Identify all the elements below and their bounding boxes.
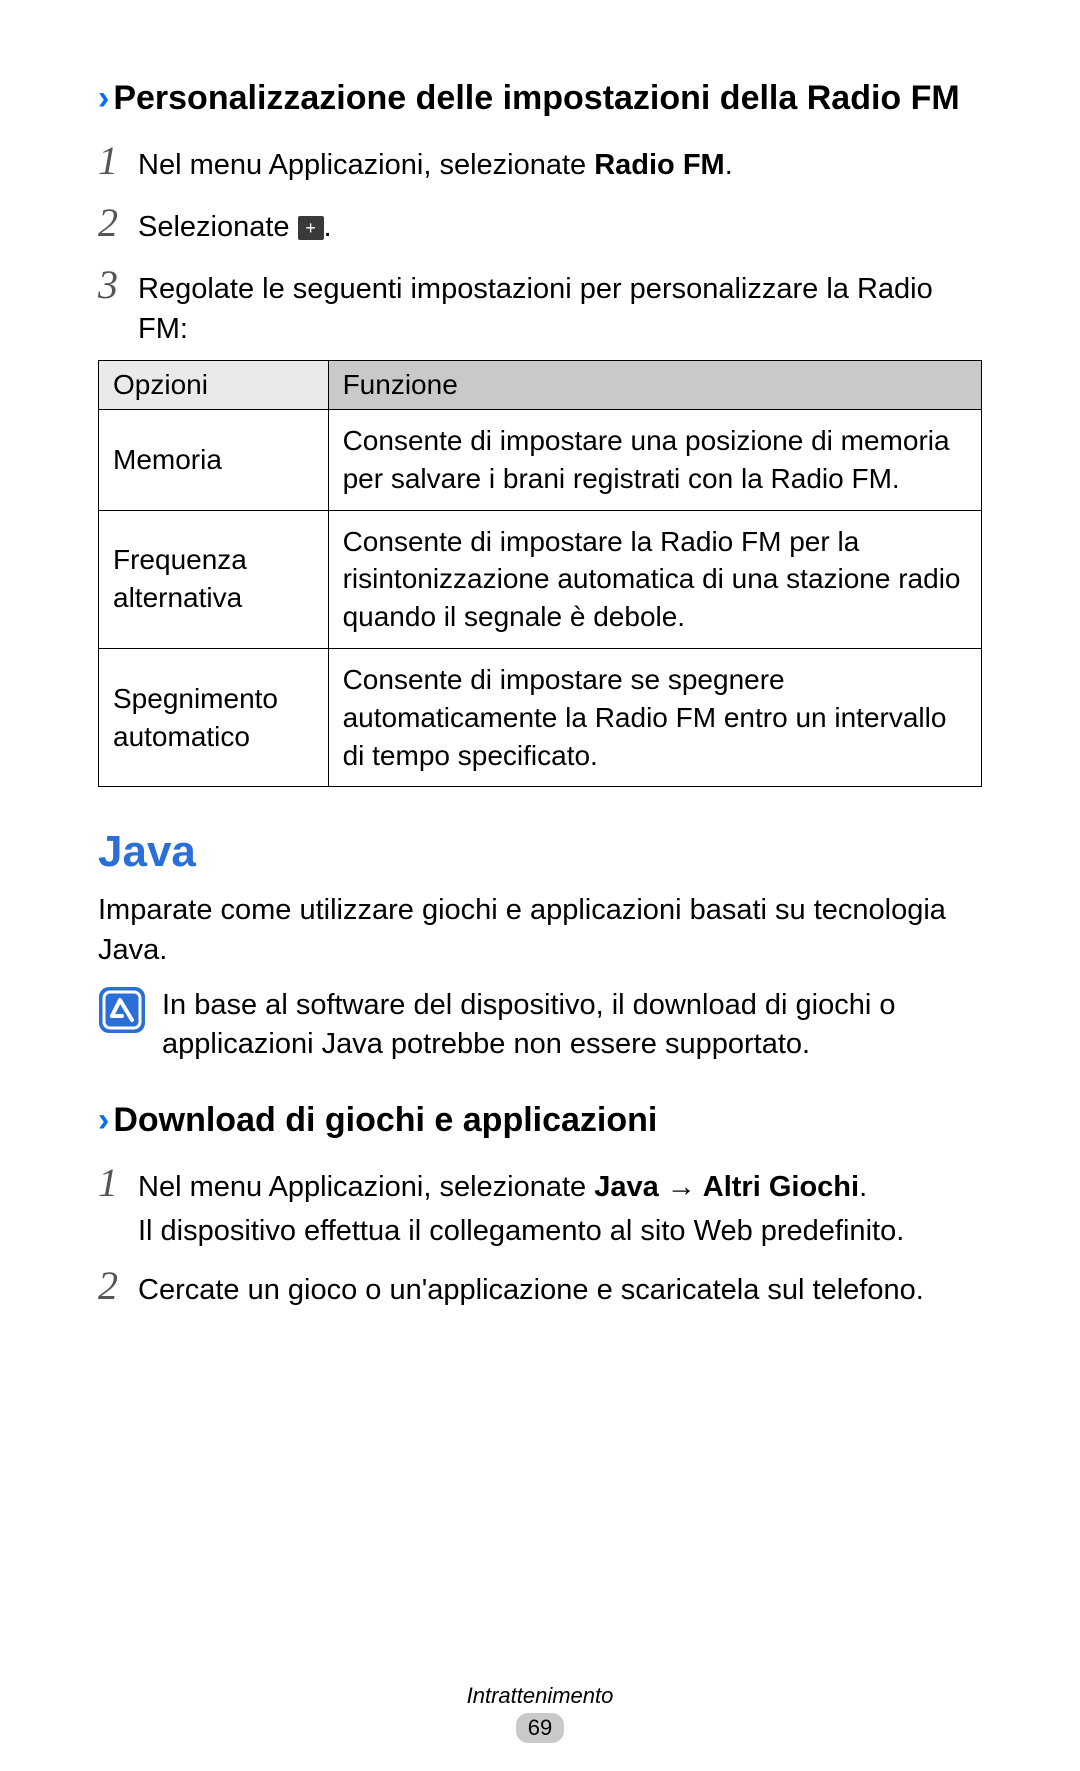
- cell-function: Consente di impostare una posizione di m…: [328, 409, 981, 510]
- text: .: [725, 149, 733, 181]
- table-header-row: Opzioni Funzione: [99, 360, 982, 409]
- cell-option: Spegnimento automatico: [99, 648, 329, 786]
- page-footer: Intrattenimento 69: [0, 1683, 1080, 1743]
- step-subtext: Il dispositivo effettua il collegamento …: [138, 1211, 982, 1252]
- step-text: Selezionate +.: [138, 207, 982, 248]
- bold-text: Java → Altri Giochi: [594, 1171, 859, 1203]
- step-list-download: 1 Nel menu Applicazioni, selezionate Jav…: [98, 1155, 982, 1314]
- note-block: In base al software del dispositivo, il …: [98, 986, 982, 1064]
- bold-text: Radio FM: [594, 149, 725, 181]
- note-icon: [98, 986, 146, 1034]
- step-1: 1 Nel menu Applicazioni, selezionate Rad…: [98, 133, 982, 189]
- note-text: In base al software del dispositivo, il …: [162, 986, 982, 1064]
- step-number: 2: [98, 1258, 138, 1314]
- text: .: [859, 1171, 867, 1203]
- text: Selezionate: [138, 211, 298, 243]
- step-text: Cercate un gioco o un'applicazione e sca…: [138, 1270, 982, 1311]
- step-list-radio-fm: 1 Nel menu Applicazioni, selezionate Rad…: [98, 133, 982, 350]
- step-number: 2: [98, 195, 138, 251]
- subsection-title-text: Download di giochi e applicazioni: [113, 1101, 657, 1139]
- table-row: Memoria Consente di impostare una posizi…: [99, 409, 982, 510]
- header-funzione: Funzione: [328, 360, 981, 409]
- subsection-title-radio-fm: ›Personalizzazione delle impostazioni de…: [98, 78, 982, 119]
- cell-option: Memoria: [99, 409, 329, 510]
- cell-function: Consente di impostare la Radio FM per la…: [328, 510, 981, 648]
- plus-icon: +: [298, 216, 324, 240]
- chevron-icon: ›: [98, 79, 109, 117]
- text: Nel menu Applicazioni, selezionate: [138, 1171, 594, 1203]
- page-content: ›Personalizzazione delle impostazioni de…: [0, 0, 1080, 1364]
- step-1: 1 Nel menu Applicazioni, selezionate Jav…: [98, 1155, 982, 1252]
- section-heading-java: Java: [98, 827, 982, 877]
- header-opzioni: Opzioni: [99, 360, 329, 409]
- cell-function: Consente di impostare se spegnere automa…: [328, 648, 981, 786]
- table-row: Spegnimento automatico Consente di impos…: [99, 648, 982, 786]
- subsection-title-download: ›Download di giochi e applicazioni: [98, 1100, 982, 1141]
- step-text: Nel menu Applicazioni, selezionate Java …: [138, 1167, 982, 1252]
- text: .: [324, 211, 332, 243]
- chevron-icon: ›: [98, 1101, 109, 1139]
- step-number: 3: [98, 257, 138, 313]
- footer-category: Intrattenimento: [0, 1683, 1080, 1709]
- java-intro: Imparate come utilizzare giochi e applic…: [98, 891, 982, 969]
- step-text: Regolate le seguenti impostazioni per pe…: [138, 269, 982, 350]
- step-3: 3 Regolate le seguenti impostazioni per …: [98, 257, 982, 350]
- step-2: 2 Cercate un gioco o un'applicazione e s…: [98, 1258, 982, 1314]
- step-text: Nel menu Applicazioni, selezionate Radio…: [138, 145, 982, 186]
- text: Nel menu Applicazioni, selezionate: [138, 149, 594, 181]
- step-2: 2 Selezionate +.: [98, 195, 982, 251]
- step-number: 1: [98, 1155, 138, 1211]
- subsection-title-text: Personalizzazione delle impostazioni del…: [113, 79, 959, 117]
- table-row: Frequenza alternativa Consente di impost…: [99, 510, 982, 648]
- options-table: Opzioni Funzione Memoria Consente di imp…: [98, 360, 982, 787]
- cell-option: Frequenza alternativa: [99, 510, 329, 648]
- page-number-badge: 69: [516, 1713, 564, 1743]
- step-number: 1: [98, 133, 138, 189]
